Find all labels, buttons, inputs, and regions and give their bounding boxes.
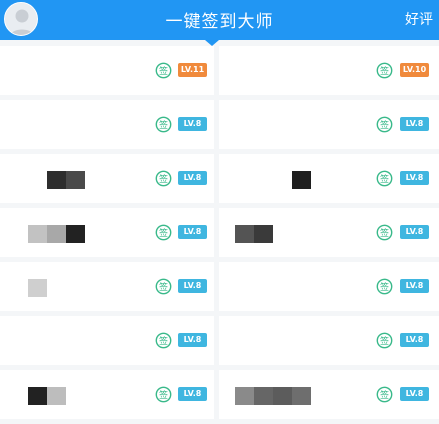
- account-cell[interactable]: 签 LV.8: [0, 262, 214, 311]
- redaction-block: [254, 171, 273, 189]
- redacted-nickname: [28, 171, 85, 189]
- page-title: 一键签到大师: [165, 12, 274, 32]
- redacted-nickname: [28, 225, 85, 243]
- rate-button[interactable]: 好评: [405, 9, 433, 29]
- account-cell[interactable]: 签 LV.8: [0, 208, 214, 257]
- svg-text:签: 签: [159, 119, 168, 131]
- sign-in-icon[interactable]: 签: [376, 224, 393, 241]
- sign-in-icon[interactable]: 签: [155, 332, 172, 349]
- svg-text:签: 签: [159, 173, 168, 185]
- level-badge: LV.8: [400, 225, 429, 239]
- svg-text:签: 签: [380, 281, 389, 293]
- level-badge: LV.8: [400, 387, 429, 401]
- svg-text:签: 签: [159, 281, 168, 293]
- redaction-block: [28, 171, 47, 189]
- account-cell[interactable]: 签 LV.8: [0, 154, 214, 203]
- sign-in-icon[interactable]: 签: [376, 278, 393, 295]
- sign-in-icon[interactable]: 签: [155, 170, 172, 187]
- redaction-block: [28, 225, 47, 243]
- redaction-block: [235, 171, 254, 189]
- account-cell[interactable]: 签 LV.8: [0, 370, 214, 419]
- svg-text:签: 签: [159, 335, 168, 347]
- sign-in-icon[interactable]: 签: [376, 116, 393, 133]
- redaction-block: [47, 171, 66, 189]
- redaction-block: [273, 387, 292, 405]
- sign-in-icon[interactable]: 签: [376, 386, 393, 403]
- svg-text:签: 签: [380, 389, 389, 401]
- redacted-nickname: [28, 279, 47, 297]
- svg-text:签: 签: [380, 65, 389, 77]
- account-cell[interactable]: 签 LV.8: [219, 208, 439, 257]
- level-badge: LV.8: [178, 225, 207, 239]
- redaction-block: [235, 387, 254, 405]
- sign-in-icon[interactable]: 签: [376, 332, 393, 349]
- redaction-block: [292, 387, 311, 405]
- redacted-nickname: [235, 225, 273, 243]
- redaction-block: [47, 387, 66, 405]
- level-badge: LV.8: [400, 279, 429, 293]
- redaction-block: [235, 225, 254, 243]
- sign-in-icon[interactable]: 签: [155, 116, 172, 133]
- redaction-block: [292, 171, 311, 189]
- account-cell[interactable]: 签 LV.11: [0, 46, 214, 95]
- svg-text:签: 签: [159, 227, 168, 239]
- level-badge: LV.10: [400, 63, 429, 77]
- redaction-block: [273, 171, 292, 189]
- svg-text:签: 签: [380, 227, 389, 239]
- sign-in-icon[interactable]: 签: [155, 386, 172, 403]
- level-badge: LV.8: [400, 117, 429, 131]
- level-badge: LV.8: [178, 333, 207, 347]
- redaction-block: [254, 387, 273, 405]
- svg-text:签: 签: [380, 119, 389, 131]
- svg-text:签: 签: [380, 173, 389, 185]
- level-badge: LV.11: [178, 63, 207, 77]
- level-badge: LV.8: [400, 333, 429, 347]
- level-badge: LV.8: [178, 117, 207, 131]
- redaction-block: [66, 171, 85, 189]
- level-badge: LV.8: [178, 387, 207, 401]
- account-cell[interactable]: 签 LV.8: [219, 370, 439, 419]
- level-badge: LV.8: [178, 171, 207, 185]
- account-cell[interactable]: 签 LV.8: [0, 316, 214, 365]
- redacted-nickname: [235, 387, 311, 405]
- svg-text:签: 签: [159, 389, 168, 401]
- app-header: 一键签到大师 好评: [0, 0, 439, 40]
- account-cell[interactable]: 签 LV.8: [0, 100, 214, 149]
- sign-in-icon[interactable]: 签: [376, 170, 393, 187]
- redaction-block: [254, 225, 273, 243]
- account-grid: 签 LV.11 签 LV.10 签 LV.8 签 LV.8 签 LV.8 签 LV.8 签 LV.8 签 LV…: [0, 46, 439, 424]
- account-cell[interactable]: 签 LV.8: [219, 154, 439, 203]
- sign-in-icon[interactable]: 签: [376, 62, 393, 79]
- redaction-block: [47, 225, 66, 243]
- svg-text:签: 签: [159, 65, 168, 77]
- account-cell[interactable]: 签 LV.8: [219, 100, 439, 149]
- level-badge: LV.8: [178, 279, 207, 293]
- svg-text:签: 签: [380, 335, 389, 347]
- redacted-nickname: [235, 171, 311, 189]
- account-cell[interactable]: 签 LV.8: [219, 262, 439, 311]
- redaction-block: [66, 225, 85, 243]
- account-cell[interactable]: 签 LV.10: [219, 46, 439, 95]
- sign-in-icon[interactable]: 签: [155, 224, 172, 241]
- redacted-nickname: [28, 387, 66, 405]
- sign-in-icon[interactable]: 签: [155, 278, 172, 295]
- account-cell[interactable]: 签 LV.8: [219, 316, 439, 365]
- level-badge: LV.8: [400, 171, 429, 185]
- redaction-block: [28, 387, 47, 405]
- sign-in-icon[interactable]: 签: [155, 62, 172, 79]
- redaction-block: [28, 279, 47, 297]
